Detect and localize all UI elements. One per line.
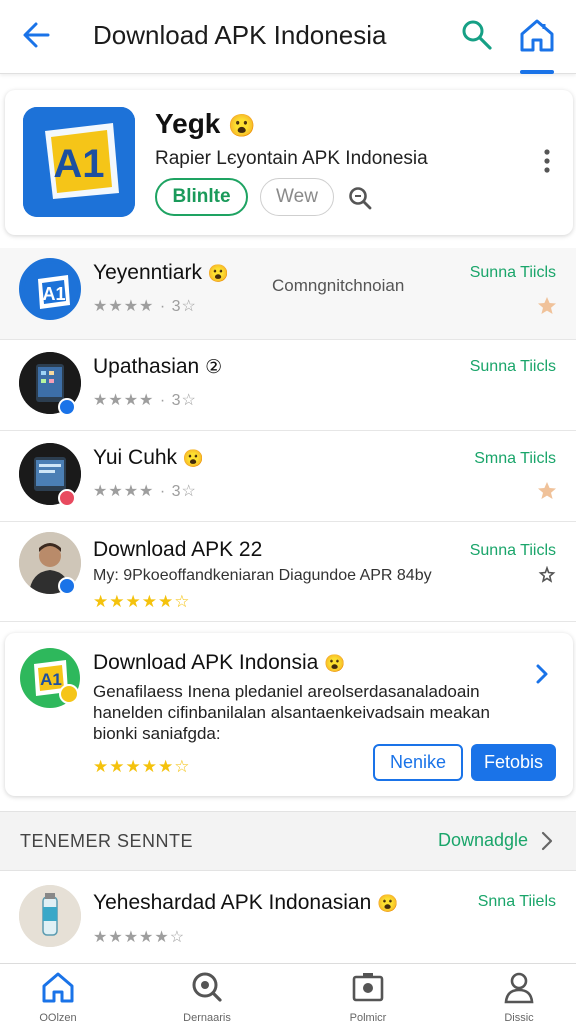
search-icon[interactable] (458, 16, 496, 54)
promo-description: Genafilaess Inena pledaniel areolserdasa… (93, 682, 490, 743)
app-rating: ★★★★ · 3☆ (93, 296, 197, 316)
promo-card[interactable]: A1 Download APK Indonsia 😮 Genafilaess I… (5, 633, 573, 796)
arrow-left-icon[interactable] (18, 18, 56, 52)
featured-app-name-text: Yegk (155, 108, 221, 139)
status-badge (58, 577, 76, 595)
app-rating: ★★★★★☆ (93, 927, 185, 947)
page-title: Download APK Indonesia (93, 20, 387, 50)
circle-number-icon: ② (205, 357, 223, 378)
list-item[interactable]: Upathasian ② ★★★★ · 3☆ Sunna Tiicls (0, 340, 576, 431)
app-name: Upathasian ② (93, 355, 222, 379)
more-vert-icon[interactable] (543, 148, 551, 174)
home-icon (42, 972, 74, 1003)
app-name: Yui Cuhk 😮 (93, 446, 204, 470)
star-icon[interactable] (537, 296, 557, 316)
promo-logo-text: A1 (40, 670, 62, 689)
pin-icon[interactable] (538, 566, 556, 584)
promo-title-text: Download APK Indonsia (93, 651, 319, 674)
section-title: TENEMER SENNTE (20, 831, 194, 851)
person-icon (504, 972, 534, 1004)
nav-label: Polmicr (349, 1012, 387, 1024)
secondary-action-button[interactable]: Wew (260, 178, 334, 216)
app-name-text: Yui Cuhk (93, 446, 178, 469)
list-item[interactable]: Download APK 22 My: 9Pkoeoffandkeniaran … (0, 522, 576, 622)
promo-primary-button[interactable]: Fetobis (471, 744, 556, 781)
featured-app-subtitle: Rapier Lєyontain APK Indonesia (155, 148, 428, 169)
active-tab-indicator (520, 70, 554, 74)
app-action-link[interactable]: Sunna Tiicls (470, 358, 556, 376)
rating-stars: ★★★★★☆ (93, 757, 191, 776)
app-rating: ★★★★★☆ (93, 592, 190, 612)
nav-label: Dissic (504, 1012, 534, 1024)
promo-rating: ★★★★★☆ (93, 757, 190, 777)
chevron-right-icon[interactable] (540, 831, 554, 851)
chevron-right-icon[interactable] (535, 663, 549, 685)
search-icon (192, 972, 222, 1002)
app-name-text: Upathasian (93, 355, 200, 378)
nav-item-home[interactable]: OOlzen (8, 970, 108, 1024)
emoji-face-icon: 😮 (377, 894, 399, 913)
emoji-face-icon: 😮 (228, 113, 256, 138)
promo-title: Download APK Indonsia 😮 (93, 651, 345, 675)
featured-app-card[interactable]: A1 Yegk 😮 Rapier Lєyontain APK Indonesia… (5, 90, 573, 235)
rating-stars: ★★★★ · 3☆ (93, 483, 197, 500)
app-logo: A1 (23, 107, 135, 217)
app-description: My: 9Pkoeoffandkeniaran Diagundoe APR 84… (93, 567, 432, 584)
emoji-face-icon: 😮 (207, 264, 229, 283)
svg-text:A1: A1 (42, 284, 65, 304)
promo-secondary-button[interactable]: Nenike (373, 744, 463, 781)
rating-stars: ★★★★ · 3☆ (93, 298, 197, 315)
home-icon[interactable] (516, 14, 558, 56)
app-category: Comngnitchnoian (272, 276, 405, 295)
camera-icon (352, 973, 384, 1002)
rating-stars: ★★★★ · 3☆ (93, 392, 197, 409)
app-action-link[interactable]: Sunna Tiicls (470, 264, 556, 282)
app-name: Yeheshardad APK Indonasian 😮 (93, 891, 398, 915)
app-name-text: Yeyenntiark (93, 261, 202, 284)
app-rating: ★★★★ · 3☆ (93, 481, 197, 501)
zoom-search-icon[interactable] (347, 185, 373, 211)
app-name: Yeyenntiark 😮 (93, 261, 229, 285)
nav-item-profile[interactable]: Dissic (469, 970, 569, 1024)
list-item[interactable]: A1 Yeyenntiark 😮 Comngnitchnoian ★★★★ · … (0, 248, 576, 340)
section-header: TENEMER SENNTE Downadgle (0, 811, 576, 871)
bottom-navigation: OOlzen Dernaaris Polmicr Dissic (0, 963, 576, 1024)
featured-app-name: Yegk 😮 (155, 108, 256, 140)
emoji-face-icon: 😮 (182, 449, 205, 468)
status-badge (58, 398, 76, 416)
app-action-link[interactable]: Smna Tiicls (474, 450, 556, 468)
list-item[interactable]: Yui Cuhk 😮 ★★★★ · 3☆ Smna Tiicls (0, 431, 576, 522)
status-badge (58, 489, 76, 507)
app-avatar (19, 885, 81, 947)
app-rating: ★★★★ · 3☆ (93, 390, 197, 410)
app-header: Download APK Indonesia (0, 0, 576, 74)
app-name-text: Yeheshardad APK Indonasian (93, 891, 372, 914)
rating-stars: ★★★★★☆ (93, 592, 191, 611)
app-logo-text: A1 (53, 142, 104, 186)
nav-item-search[interactable]: Dernaaris (157, 970, 257, 1024)
status-badge (59, 684, 79, 704)
emoji-face-icon: 😮 (324, 654, 346, 673)
list-item[interactable]: Yeheshardad APK Indonasian 😮 ★★★★★☆ Snna… (0, 871, 576, 963)
primary-action-button[interactable]: Blinlte (155, 178, 248, 216)
nav-item-camera[interactable]: Polmicr (318, 970, 418, 1024)
star-icon[interactable] (537, 481, 557, 501)
rating-stars: ★★★★★☆ (93, 929, 186, 946)
app-action-link[interactable]: Snna Tiiels (478, 893, 556, 911)
section-link[interactable]: Downadgle (438, 830, 528, 851)
app-name: Download APK 22 (93, 538, 263, 561)
app-action-link[interactable]: Sunna Tiicls (470, 542, 556, 560)
nav-label: OOlzen (39, 1012, 77, 1024)
nav-label: Dernaaris (183, 1012, 231, 1024)
app-avatar: A1 (19, 258, 81, 320)
